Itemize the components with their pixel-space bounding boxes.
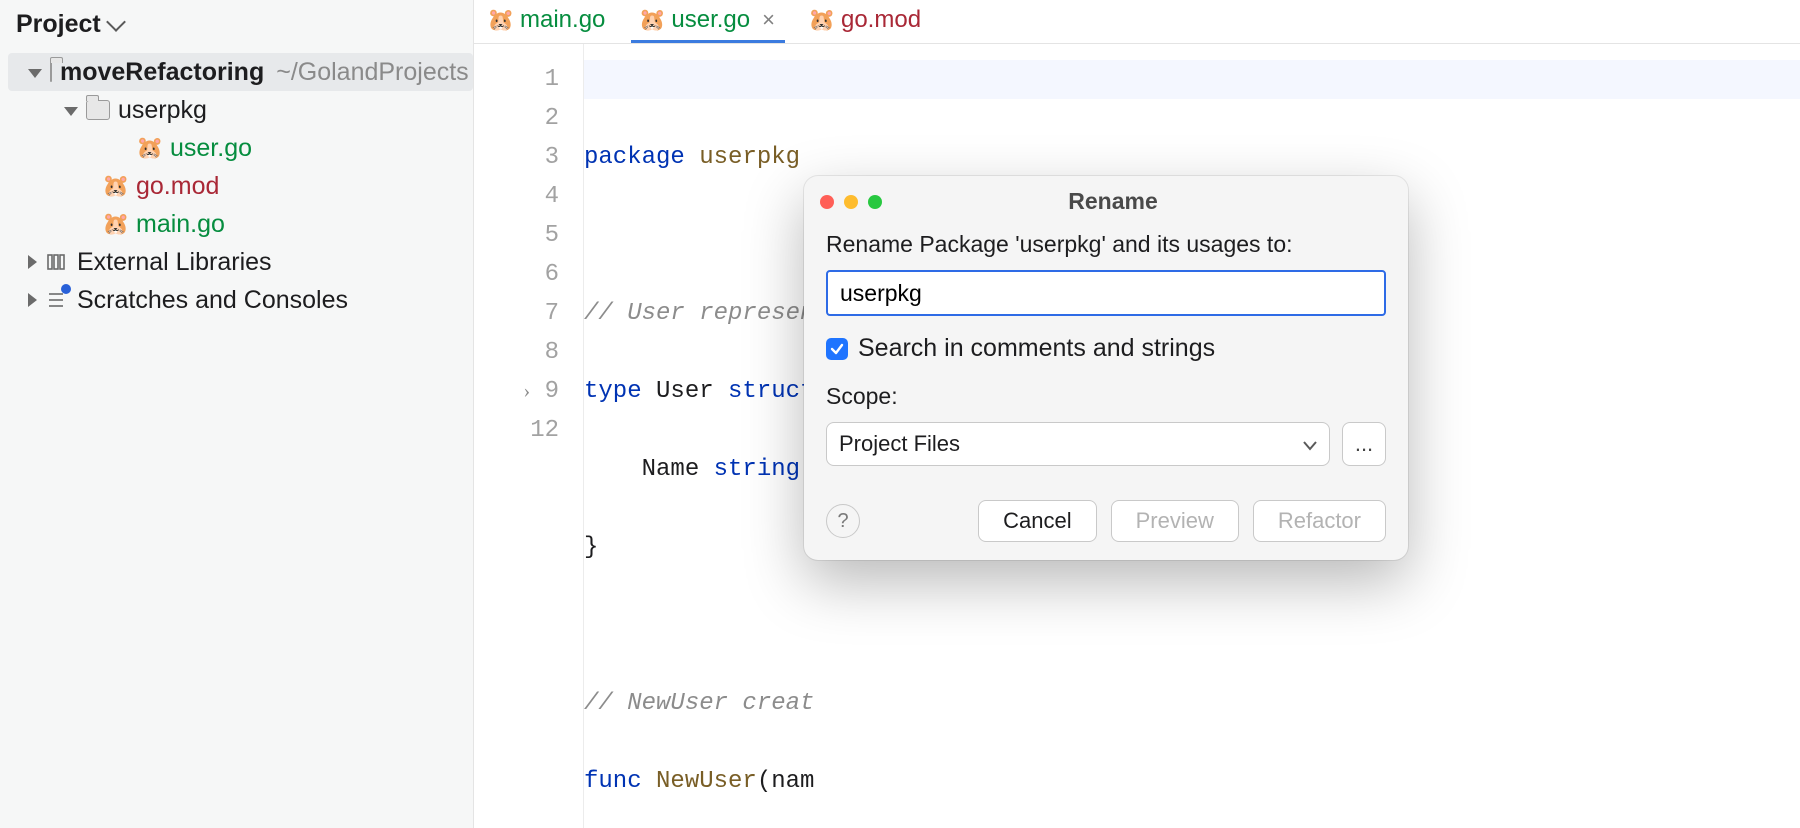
spacer — [116, 141, 130, 155]
code-token: package — [584, 144, 685, 171]
code-comment: // NewUser creat — [584, 690, 814, 717]
project-panel-header[interactable]: Project — [0, 0, 473, 49]
editor-tabs: 🐹 main.go 🐹 user.go × 🐹 go.mod — [474, 0, 1800, 44]
tree-root-name: moveRefactoring — [60, 58, 264, 86]
tab-go-mod[interactable]: 🐹 go.mod — [801, 0, 931, 43]
search-comments-checkbox-row[interactable]: Search in comments and strings — [826, 334, 1386, 363]
chevron-down-icon — [1303, 431, 1317, 457]
chevron-right-icon[interactable] — [28, 293, 37, 307]
line-number: 4 — [474, 177, 559, 216]
help-button[interactable]: ? — [826, 504, 860, 538]
folder-icon — [86, 100, 110, 120]
tree-root-path: ~/GolandProjects — [276, 58, 468, 86]
line-number: 1 — [474, 60, 559, 99]
tree-file-gomod[interactable]: 🐹 go.mod — [8, 167, 473, 205]
line-number: › 9 — [474, 372, 559, 411]
line-number: 12 — [474, 411, 559, 450]
library-icon — [45, 250, 69, 274]
tree-item-label: main.go — [136, 210, 225, 238]
line-number: 6 — [474, 255, 559, 294]
scope-select[interactable]: Project Files — [826, 422, 1330, 466]
line-gutter: 1 2 3 4 5 6 7 8 › 9 12 — [474, 44, 584, 828]
code-token: User — [656, 378, 714, 405]
tree-item-label: userpkg — [118, 96, 207, 124]
minimize-window-icon[interactable] — [844, 195, 858, 209]
project-panel: Project moveRefactoring ~/GolandProjects… — [0, 0, 474, 828]
more-label: ... — [1355, 431, 1373, 457]
tree-file-main[interactable]: 🐹 main.go — [8, 205, 473, 243]
code-token: } — [584, 534, 598, 561]
project-tree: moveRefactoring ~/GolandProjects userpkg… — [0, 49, 473, 319]
code-token: (nam — [757, 768, 815, 795]
chevron-down-icon — [106, 12, 126, 32]
tree-scratches[interactable]: Scratches and Consoles — [8, 281, 473, 319]
cancel-button[interactable]: Cancel — [978, 500, 1096, 542]
button-label: Preview — [1136, 508, 1214, 534]
line-number: 2 — [474, 99, 559, 138]
go-mod-icon: 🐹 — [811, 9, 833, 31]
current-line-highlight — [584, 60, 1800, 99]
dialog-body: Rename Package 'userpkg' and its usages … — [804, 231, 1408, 560]
scratches-icon — [45, 288, 69, 312]
fold-icon[interactable]: › — [524, 380, 531, 402]
go-file-icon: 🐹 — [104, 212, 128, 236]
line-number: 3 — [474, 138, 559, 177]
scope-more-button[interactable]: ... — [1342, 422, 1386, 466]
rename-label: Rename Package 'userpkg' and its usages … — [826, 231, 1386, 258]
preview-button[interactable]: Preview — [1111, 500, 1239, 542]
tree-item-label: External Libraries — [77, 248, 272, 276]
close-icon[interactable]: × — [762, 7, 775, 33]
code-token: Name — [642, 456, 700, 483]
dialog-titlebar[interactable]: Rename — [804, 176, 1408, 227]
code-token: type — [584, 378, 642, 405]
tab-user-go[interactable]: 🐹 user.go × — [631, 0, 785, 43]
tree-item-label: user.go — [170, 134, 252, 162]
go-file-icon: 🐹 — [641, 9, 663, 31]
code-token: NewUser — [656, 768, 757, 795]
tab-label: go.mod — [841, 6, 921, 34]
tree-external-libraries[interactable]: External Libraries — [8, 243, 473, 281]
chevron-right-icon[interactable] — [28, 255, 37, 269]
tree-root[interactable]: moveRefactoring ~/GolandProjects — [8, 53, 473, 91]
line-number: 8 — [474, 333, 559, 372]
close-window-icon[interactable] — [820, 195, 834, 209]
chevron-down-icon[interactable] — [64, 107, 78, 116]
tree-item-label: Scratches and Consoles — [77, 286, 348, 314]
refactor-button[interactable]: Refactor — [1253, 500, 1386, 542]
dialog-title: Rename — [882, 188, 1392, 215]
go-file-icon: 🐹 — [490, 9, 512, 31]
project-panel-title: Project — [16, 10, 101, 39]
button-label: Refactor — [1278, 508, 1361, 534]
tree-file-user[interactable]: 🐹 user.go — [8, 129, 473, 167]
rename-input[interactable] — [826, 270, 1386, 316]
code-token: struct — [728, 378, 814, 405]
spacer — [82, 217, 96, 231]
code-token: func — [584, 768, 642, 795]
checkbox-checked-icon[interactable] — [826, 338, 848, 360]
tab-label: main.go — [520, 6, 605, 34]
spacer — [82, 179, 96, 193]
checkbox-label: Search in comments and strings — [858, 334, 1215, 363]
window-controls — [820, 195, 882, 209]
code-token: userpkg — [699, 144, 800, 171]
scope-value: Project Files — [839, 431, 960, 457]
scope-label: Scope: — [826, 383, 1386, 410]
tree-item-label: go.mod — [136, 172, 219, 200]
line-number: 7 — [474, 294, 559, 333]
code-token: string — [714, 456, 800, 483]
tree-folder-userpkg[interactable]: userpkg — [8, 91, 473, 129]
rename-dialog: Rename Rename Package 'userpkg' and its … — [804, 176, 1408, 560]
folder-icon — [50, 62, 52, 82]
button-label: Cancel — [1003, 508, 1071, 534]
tab-main-go[interactable]: 🐹 main.go — [480, 0, 615, 43]
go-file-icon: 🐹 — [138, 136, 162, 160]
line-number: 5 — [474, 216, 559, 255]
tab-label: user.go — [671, 6, 750, 34]
chevron-down-icon[interactable] — [28, 69, 42, 78]
help-icon: ? — [837, 510, 848, 533]
go-mod-icon: 🐹 — [104, 174, 128, 198]
zoom-window-icon[interactable] — [868, 195, 882, 209]
